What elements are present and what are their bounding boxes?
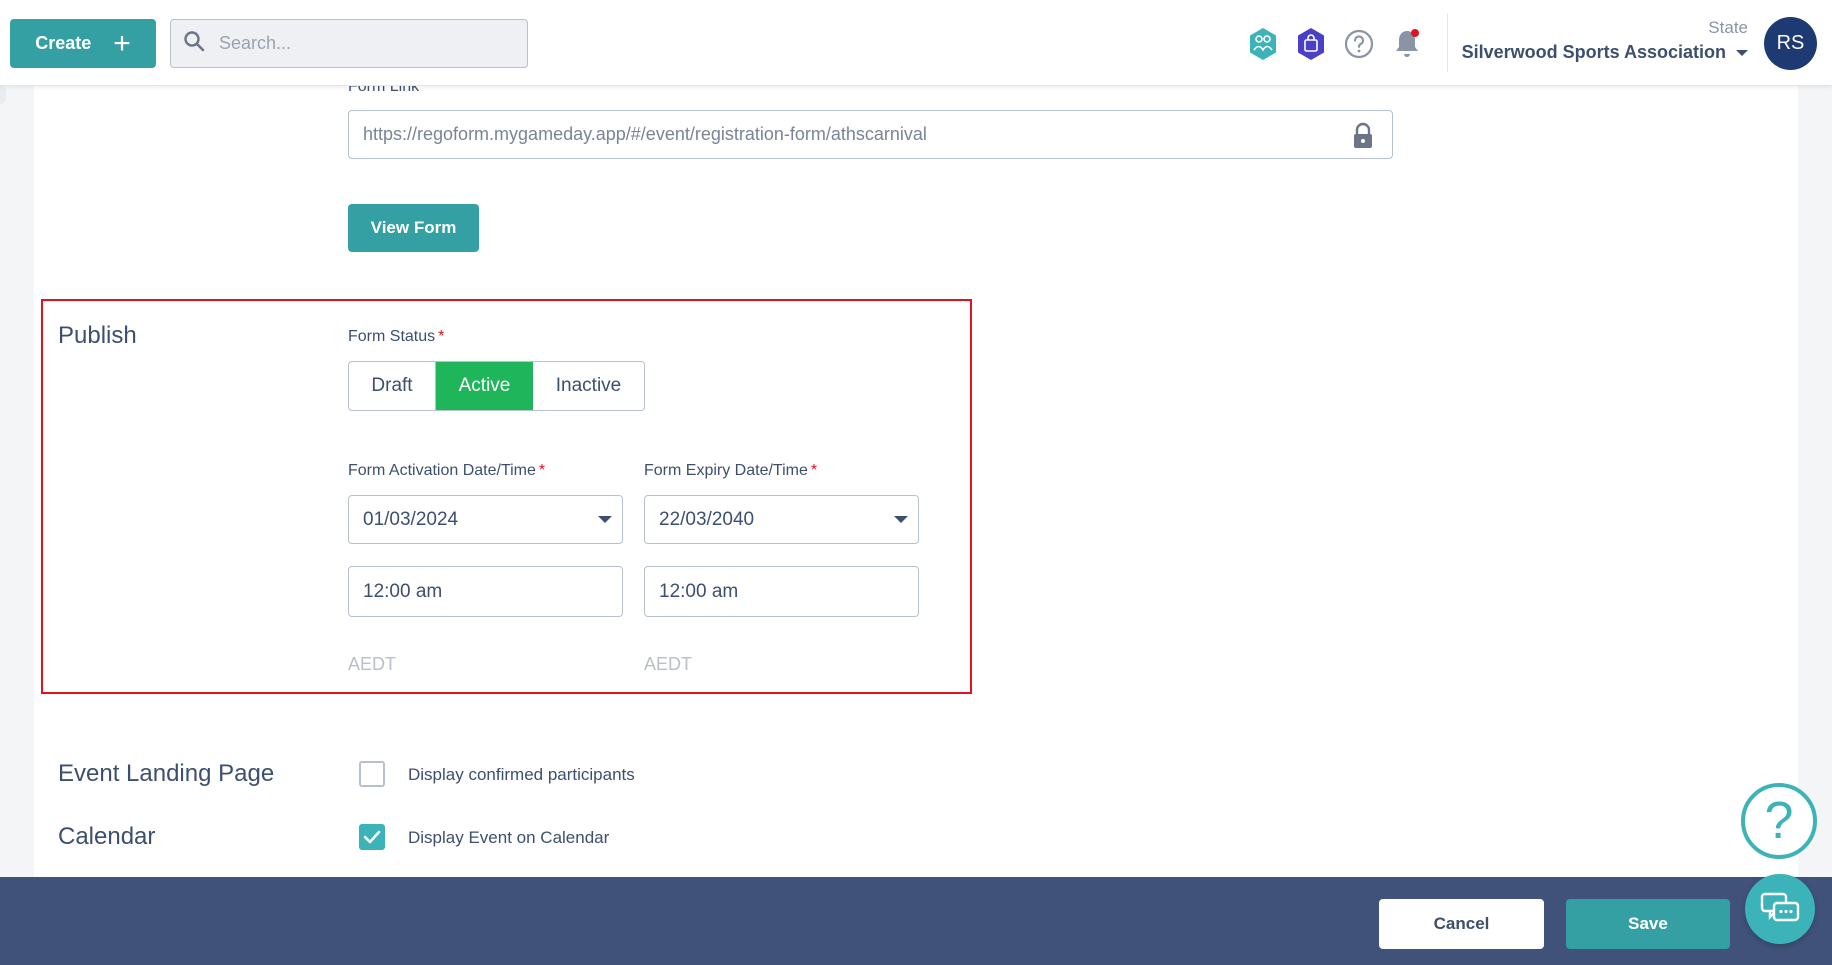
activation-label: Form Activation Date/Time * <box>348 462 546 479</box>
help-icon[interactable] <box>1342 24 1376 64</box>
create-label: Create <box>35 33 92 53</box>
notification-bell-icon[interactable] <box>1390 24 1424 64</box>
display-participants-checkbox[interactable] <box>359 761 385 787</box>
chat-widget-button[interactable] <box>1745 874 1815 944</box>
lock-icon <box>1352 122 1374 155</box>
cancel-button[interactable]: Cancel <box>1379 899 1544 949</box>
main-content: Form Link https://regoform.mygameday.app… <box>34 78 1798 878</box>
question-mark-icon: ? <box>1764 792 1794 850</box>
create-button[interactable]: Create + <box>10 19 156 68</box>
org-state: State <box>1708 18 1748 37</box>
status-active-option[interactable]: Active <box>436 362 533 410</box>
chevron-down-icon <box>894 516 908 523</box>
activation-time-value: 12:00 am <box>363 580 443 602</box>
form-status-label: Form Status * <box>348 328 445 345</box>
activation-time-input[interactable]: 12:00 am <box>348 566 623 617</box>
org-name[interactable]: Silverwood Sports Association <box>1462 42 1748 63</box>
expiry-date-select[interactable]: 22/03/2040 <box>644 495 919 544</box>
chevron-down-icon <box>598 516 612 523</box>
form-link-field: https://regoform.mygameday.app/#/event/r… <box>348 110 1393 159</box>
display-participants-label: Display confirmed participants <box>408 765 635 784</box>
org-name-label: Silverwood Sports Association <box>1461 42 1726 62</box>
display-on-calendar-checkbox[interactable] <box>359 824 385 850</box>
sidebar-edge[interactable] <box>0 86 6 104</box>
activation-date-select[interactable]: 01/03/2024 <box>348 495 623 544</box>
footer-bar: Cancel Save <box>0 877 1832 965</box>
checkmark-icon <box>363 830 381 844</box>
event-landing-page-title: Event Landing Page <box>58 760 275 787</box>
expiry-timezone: AEDT <box>644 654 693 674</box>
expiry-time-value: 12:00 am <box>659 580 739 602</box>
top-bar: Create + State Silverwood Sports Associa… <box>0 0 1832 86</box>
chat-icon <box>1760 892 1800 922</box>
display-on-calendar-label: Display Event on Calendar <box>408 828 610 847</box>
help-widget-button[interactable]: ? <box>1741 783 1817 859</box>
organisation-switcher[interactable]: State Silverwood Sports Association <box>1462 18 1748 63</box>
calendar-title: Calendar <box>58 823 156 850</box>
search-box[interactable] <box>170 19 528 68</box>
search-input[interactable] <box>219 33 499 54</box>
status-draft-option[interactable]: Draft <box>349 362 436 410</box>
status-inactive-option[interactable]: Inactive <box>533 362 644 410</box>
expiry-label: Form Expiry Date/Time * <box>644 462 818 479</box>
shop-icon[interactable] <box>1294 24 1328 64</box>
chevron-down-icon <box>1736 49 1748 56</box>
publish-title: Publish <box>58 322 137 349</box>
search-icon <box>183 30 205 57</box>
activation-timezone: AEDT <box>348 654 397 674</box>
expiry-date-value: 22/03/2040 <box>659 508 755 530</box>
top-icons <box>1246 24 1424 64</box>
save-button[interactable]: Save <box>1566 899 1730 949</box>
form-link-value: https://regoform.mygameday.app/#/event/r… <box>363 124 927 144</box>
activation-date-value: 01/03/2024 <box>363 508 459 530</box>
form-status-toggle: Draft Active Inactive <box>348 361 645 411</box>
header-divider <box>1447 14 1448 72</box>
expiry-time-input[interactable]: 12:00 am <box>644 566 919 617</box>
plus-icon: + <box>113 26 131 60</box>
avatar[interactable]: RS <box>1764 17 1817 70</box>
community-icon[interactable] <box>1246 24 1280 64</box>
view-form-button[interactable]: View Form <box>348 204 479 252</box>
